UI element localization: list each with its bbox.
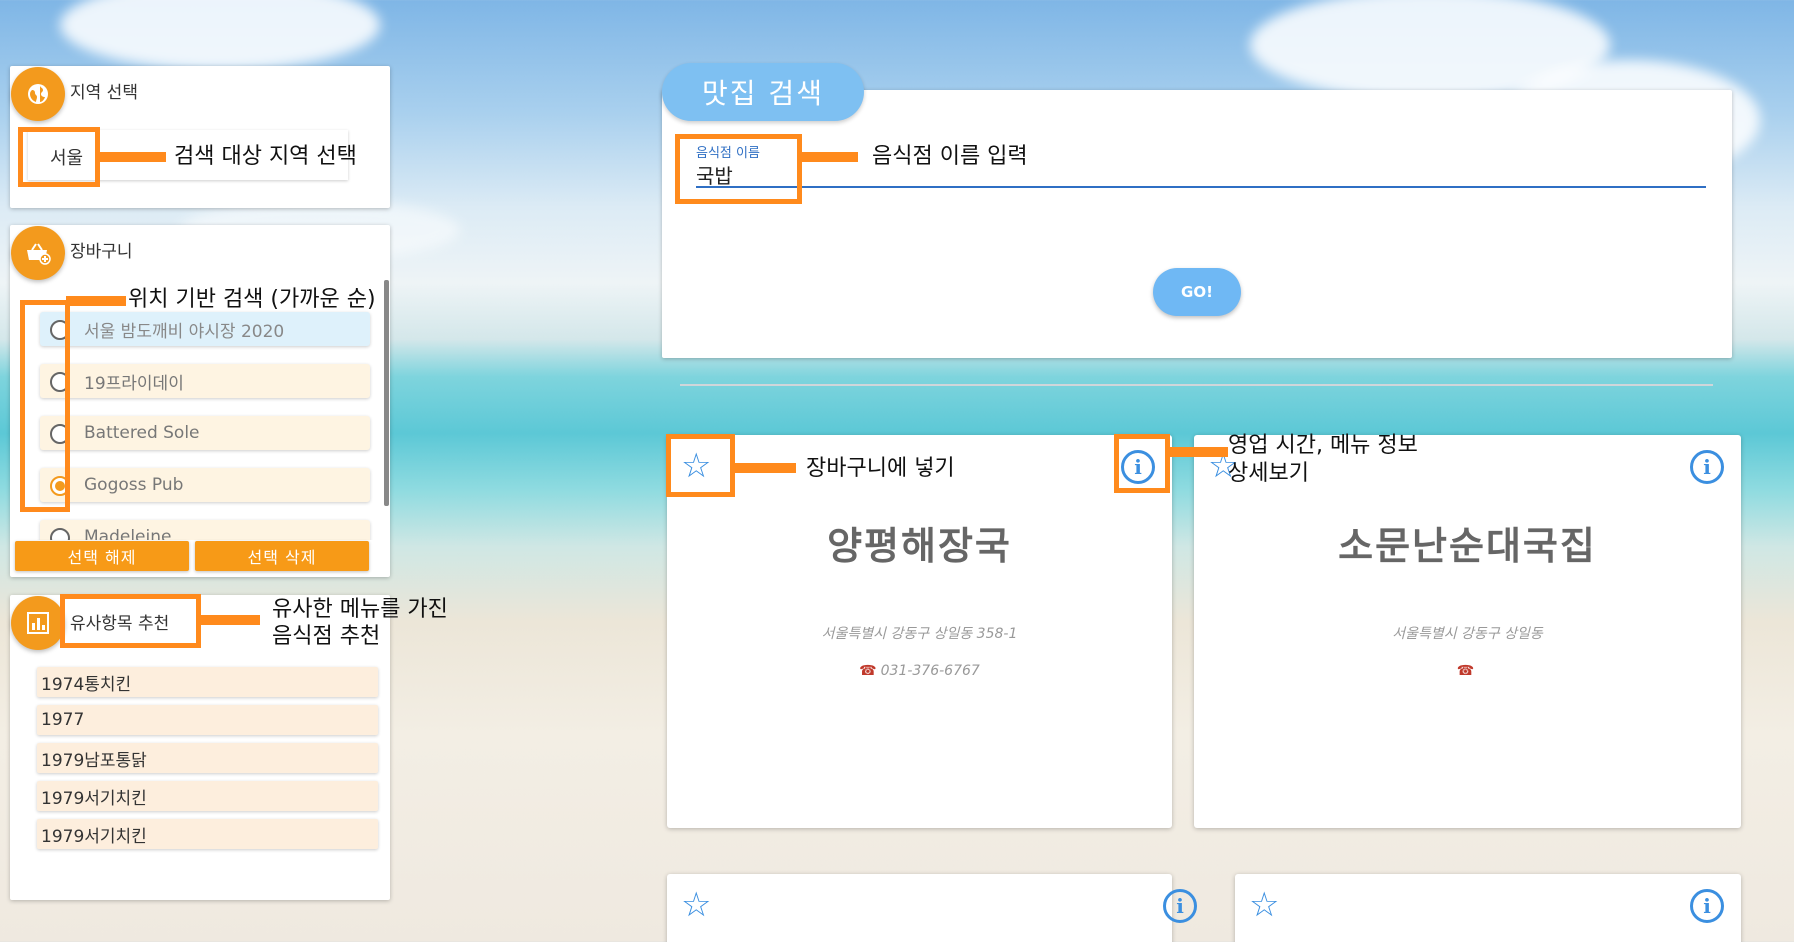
divider bbox=[680, 384, 1713, 386]
result-phone-row: ☎ bbox=[1194, 663, 1741, 679]
globe-icon bbox=[11, 67, 65, 121]
cart-item-label: Gogoss Pub bbox=[84, 475, 184, 495]
region-annotation: 검색 대상 지역 선택 bbox=[174, 144, 357, 169]
recommend-item[interactable]: 1974통치킨 bbox=[37, 667, 378, 697]
cart-title: 장바구니 bbox=[70, 242, 133, 262]
star-annotation: 장바구니에 넣기 bbox=[806, 456, 955, 481]
info-icon[interactable]: i bbox=[1690, 889, 1724, 923]
info-annotation-line1: 영업 시간, 메뉴 정보 bbox=[1228, 433, 1418, 458]
delete-selected-button[interactable]: 선택 삭제 bbox=[195, 541, 369, 571]
info-annotation-box bbox=[1114, 434, 1170, 493]
cart-item[interactable]: 서울 밤도깨비 야시장 2020 bbox=[40, 312, 370, 346]
result-address: 서울특별시 강동구 상일동 bbox=[1392, 626, 1543, 642]
cart-item-label: Battered Sole bbox=[84, 423, 200, 443]
region-annotation-line bbox=[100, 152, 166, 162]
recommend-annotation-line bbox=[200, 615, 260, 625]
recommend-annotation-line2: 음식점 추천 bbox=[272, 624, 381, 649]
phone-icon: ☎ bbox=[859, 663, 877, 679]
restaurant-name-field[interactable]: 음식점 이름 국밥 bbox=[696, 142, 1706, 188]
info-icon[interactable]: i bbox=[1163, 889, 1197, 923]
star-annotation-box bbox=[666, 434, 735, 497]
cart-scrollbar[interactable] bbox=[384, 280, 389, 506]
cart-item-label: 서울 밤도깨비 야시장 2020 bbox=[84, 321, 285, 342]
result-phone-row: ☎ 031-376-6767 bbox=[667, 663, 1172, 679]
recommend-item[interactable]: 1979서기치킨 bbox=[37, 819, 378, 849]
result-card[interactable]: ☆ i bbox=[1235, 874, 1741, 942]
info-annotation-line bbox=[1168, 447, 1228, 457]
cart-item-label: 19프라이데이 bbox=[84, 373, 184, 394]
cart-annotation: 위치 기반 검색 (가까운 순) bbox=[128, 287, 376, 312]
recommend-item[interactable]: 1979남포통닭 bbox=[37, 743, 378, 773]
cart-item-radio[interactable] bbox=[50, 528, 70, 540]
cart-item-label: Madeleine bbox=[84, 527, 172, 540]
phone-icon: ☎ bbox=[1456, 663, 1475, 679]
result-card[interactable]: ☆ i 양평해장국 서울특별시 강동구 상일동 358-1 ☎ 031-376-6… bbox=[667, 435, 1172, 828]
recommend-item[interactable]: 1979서기치킨 bbox=[37, 781, 378, 811]
cart-item[interactable]: Battered Sole bbox=[40, 416, 370, 450]
result-card[interactable]: ☆ i bbox=[667, 874, 1197, 942]
bar-chart-icon bbox=[11, 596, 65, 650]
star-icon[interactable]: ☆ bbox=[681, 888, 711, 922]
cart-item[interactable]: 19프라이데이 bbox=[40, 364, 370, 398]
cart-annotation-box bbox=[20, 300, 70, 512]
search-annotation-line bbox=[800, 152, 858, 162]
region-title: 지역 선택 bbox=[70, 83, 138, 103]
search-annotation: 음식점 이름 입력 bbox=[872, 144, 1028, 169]
cart-add-icon bbox=[11, 226, 65, 280]
recommend-annotation-box bbox=[60, 594, 201, 648]
recommend-item[interactable]: 1977 bbox=[37, 705, 378, 735]
cart-item[interactable]: Gogoss Pub bbox=[40, 468, 370, 502]
result-address: 서울특별시 강동구 상일동 358-1 bbox=[821, 626, 1018, 642]
deselect-button[interactable]: 선택 해제 bbox=[15, 541, 189, 571]
region-annotation-box bbox=[18, 127, 100, 187]
cart-item[interactable]: Madeleine bbox=[40, 520, 370, 540]
recommend-annotation-line1: 유사한 메뉴를 가진 bbox=[272, 597, 448, 622]
info-annotation-line2: 상세보기 bbox=[1228, 461, 1309, 486]
search-card: 음식점 이름 국밥 GO! bbox=[662, 90, 1732, 358]
cart-annotation-line bbox=[66, 296, 126, 306]
star-icon[interactable]: ☆ bbox=[1249, 888, 1279, 922]
info-icon[interactable]: i bbox=[1690, 450, 1724, 484]
search-annotation-box bbox=[675, 134, 802, 204]
result-name: 양평해장국 bbox=[827, 524, 1012, 568]
star-annotation-line bbox=[733, 463, 796, 473]
result-card[interactable]: ☆ i 소문난순대국집 서울특별시 강동구 상일동 ☎ bbox=[1194, 435, 1741, 828]
result-name: 소문난순대국집 bbox=[1338, 524, 1597, 568]
result-phone: 031-376-6767 bbox=[880, 663, 980, 679]
search-tab: 맛집 검색 bbox=[662, 63, 864, 121]
go-button[interactable]: GO! bbox=[1153, 268, 1241, 316]
